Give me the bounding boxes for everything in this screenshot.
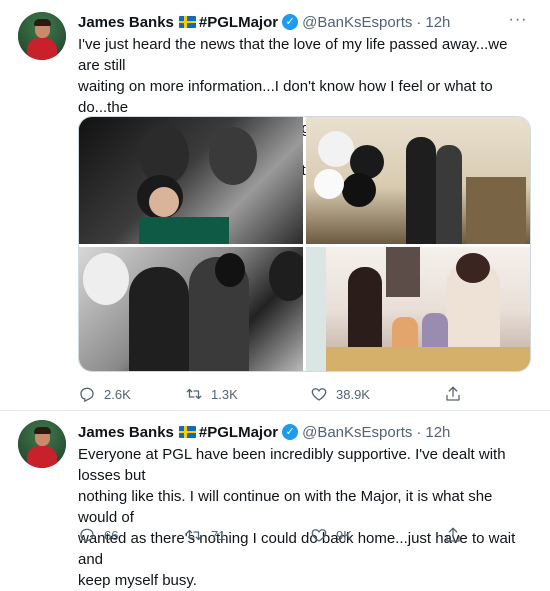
- reply-icon: [80, 387, 94, 403]
- avatar[interactable]: [18, 12, 66, 60]
- sweden-flag-icon: [178, 16, 196, 28]
- like-count: 38.9K: [336, 386, 370, 402]
- verified-badge-icon: ✓: [282, 14, 299, 30]
- reply-count: 2.6K: [104, 386, 131, 402]
- retweet-button[interactable]: 1.3K: [185, 384, 238, 404]
- heart-icon: [311, 388, 327, 401]
- tweet-1[interactable]: James Banks #PGLMajor ✓ @BanKsEsports · …: [0, 0, 550, 412]
- separator-dot: ·: [416, 13, 422, 31]
- separator-dot: ·: [416, 423, 422, 441]
- share-button[interactable]: [444, 384, 470, 404]
- author-name[interactable]: James Banks: [78, 424, 174, 441]
- reply-button[interactable]: 2.6K: [78, 384, 131, 404]
- like-count: 9K: [336, 527, 352, 543]
- retweet-count: 71: [211, 527, 226, 543]
- author-handle[interactable]: @BanKsEsports: [302, 14, 412, 31]
- photo-4[interactable]: [306, 247, 530, 371]
- author-handle[interactable]: @BanKsEsports: [302, 424, 412, 441]
- retweet-icon: [186, 388, 202, 400]
- share-icon: [446, 386, 460, 401]
- tweet-actions: 66 71 9K: [78, 525, 528, 545]
- author-name[interactable]: James Banks: [78, 14, 174, 31]
- photo-3[interactable]: [79, 247, 303, 371]
- tweet-timestamp[interactable]: 12h: [425, 424, 450, 441]
- reply-icon: [80, 528, 94, 544]
- author-tag[interactable]: #PGLMajor: [199, 14, 278, 31]
- heart-icon: [311, 529, 327, 542]
- tweet-2[interactable]: James Banks #PGLMajor ✓ @BanKsEsports · …: [0, 412, 550, 589]
- tweet-timestamp[interactable]: 12h: [425, 14, 450, 31]
- retweet-button[interactable]: 71: [185, 525, 225, 545]
- photo-1[interactable]: [79, 117, 303, 244]
- retweet-icon: [186, 529, 202, 541]
- author-tag[interactable]: #PGLMajor: [199, 424, 278, 441]
- photo-2[interactable]: [306, 117, 530, 244]
- tweet-header: James Banks #PGLMajor ✓ @BanKsEsports · …: [78, 12, 450, 32]
- share-icon: [446, 527, 460, 542]
- like-button[interactable]: 9K: [310, 525, 352, 545]
- tweet-header: James Banks #PGLMajor ✓ @BanKsEsports · …: [78, 422, 450, 442]
- tweet-divider: [0, 410, 550, 411]
- more-horizontal-icon[interactable]: ···: [508, 12, 528, 34]
- tweet-actions: 2.6K 1.3K 38.9K: [78, 384, 528, 404]
- retweet-count: 1.3K: [211, 386, 238, 402]
- verified-badge-icon: ✓: [282, 424, 299, 440]
- media-grid[interactable]: [78, 116, 531, 372]
- avatar[interactable]: [18, 420, 66, 468]
- reply-button[interactable]: 66: [78, 525, 118, 545]
- like-button[interactable]: 38.9K: [310, 384, 370, 404]
- tweet-text: Everyone at PGL have been incredibly sup…: [78, 446, 516, 589]
- share-button[interactable]: [444, 525, 470, 545]
- reply-count: 66: [104, 527, 119, 543]
- sweden-flag-icon: [178, 426, 196, 438]
